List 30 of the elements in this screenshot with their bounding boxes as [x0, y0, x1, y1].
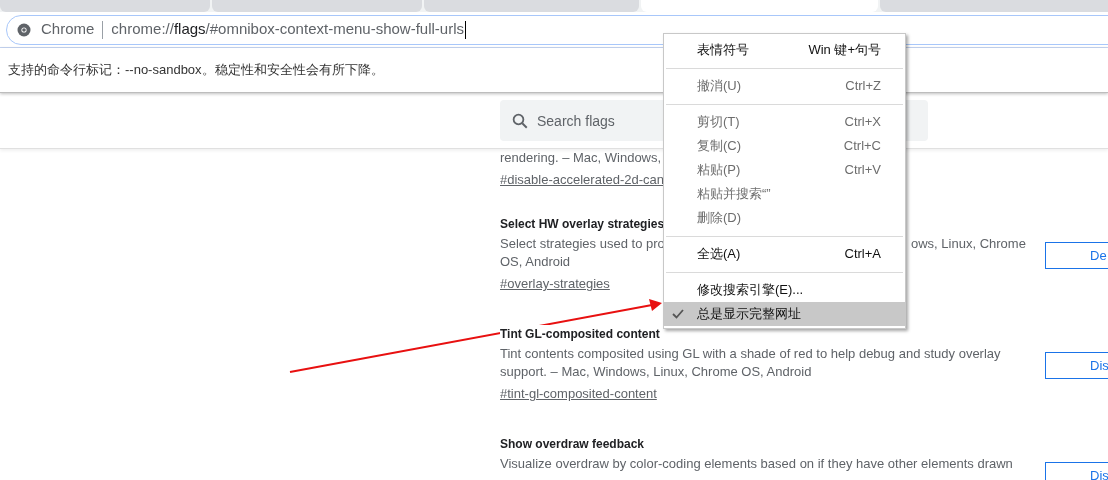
site-label: Chrome [41, 19, 95, 40]
flag-select[interactable]: De [1045, 242, 1108, 269]
chrome-icon [17, 22, 31, 37]
flag-link[interactable]: #disable-accelerated-2d-can [500, 172, 665, 187]
shortcut-label: Ctrl+A [844, 245, 881, 264]
browser-tab[interactable] [212, 0, 422, 12]
flag-description: OS, Android [500, 254, 571, 269]
flag-description: Tint contents composited using GL with a shade of red to help debug and study overlay [500, 346, 1001, 361]
shortcut-label: Ctrl+C [843, 137, 881, 156]
flag-description: ows, Linux, Chrome [911, 235, 1026, 253]
shortcut-label: Ctrl+X [844, 113, 881, 132]
shortcut-label: Ctrl+Z [845, 77, 881, 96]
browser-tab[interactable] [0, 0, 210, 12]
flag-title: Tint GL-composited content [500, 325, 660, 343]
flag-select[interactable]: Dis [1045, 352, 1108, 379]
browser-tab[interactable] [880, 0, 1108, 12]
flag-link[interactable]: #tint-gl-composited-content [500, 386, 657, 401]
flag-description: support. – Mac, Windows, Linux, Chrome OS, Android [500, 364, 812, 379]
browser-tab[interactable] [424, 0, 639, 12]
shortcut-label: Ctrl+V [844, 161, 881, 180]
flag-description: Visualize overdraw by color-coding elements based on if they have other elements drawn [500, 456, 1013, 471]
menu-item[interactable]: 修改搜索引擎(E)... [664, 278, 905, 302]
flag-description: rendering. – Mac, Windows, [500, 150, 662, 165]
warning-message: 支持的命令行标记：--no-sandbox。稳定性和安全性会有所下降。 [8, 61, 384, 80]
flag-select[interactable]: Dis [1045, 462, 1108, 480]
menu-item[interactable]: 总是显示完整网址 [664, 302, 905, 326]
menu-item[interactable]: 全选(A) Ctrl+A [664, 242, 905, 266]
search-icon [511, 112, 529, 130]
url-text: chrome://flags/#omnibox-context-menu-show-full-urls [111, 19, 464, 40]
flag-link[interactable]: #overlay-strategies [500, 276, 610, 291]
